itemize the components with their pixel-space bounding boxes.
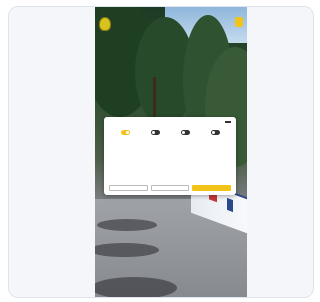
dialog-actions — [109, 185, 232, 191]
toggle-statistics — [171, 128, 199, 135]
toggle-knob — [181, 131, 185, 134]
allow-selection-button[interactable] — [150, 185, 190, 191]
site-logo[interactable] — [99, 15, 143, 33]
tree-shadow — [97, 219, 157, 231]
toggle-switch[interactable] — [150, 130, 160, 135]
toggle-knob — [125, 131, 129, 134]
mobile-screenshot — [95, 7, 247, 297]
consent-brand-badge — [225, 121, 231, 123]
consent-toggles — [109, 128, 231, 135]
header-button[interactable] — [235, 17, 243, 27]
tree-shadow — [95, 277, 177, 297]
toggle-switch[interactable] — [180, 130, 190, 135]
cookie-consent-dialog — [104, 117, 236, 195]
preview-card — [8, 6, 314, 298]
necessary-only-button[interactable] — [109, 185, 148, 191]
toggle-marketing — [201, 128, 229, 135]
toggle-preferences — [141, 128, 169, 135]
barrier-banner — [227, 197, 233, 213]
toggle-knob — [151, 131, 155, 134]
toggle-switch[interactable] — [210, 130, 220, 135]
toggle-switch[interactable] — [120, 130, 130, 135]
toggle-knob — [211, 131, 215, 134]
accept-all-button[interactable] — [192, 185, 232, 191]
toggle-necessary — [111, 128, 139, 135]
logo-icon — [99, 17, 111, 31]
